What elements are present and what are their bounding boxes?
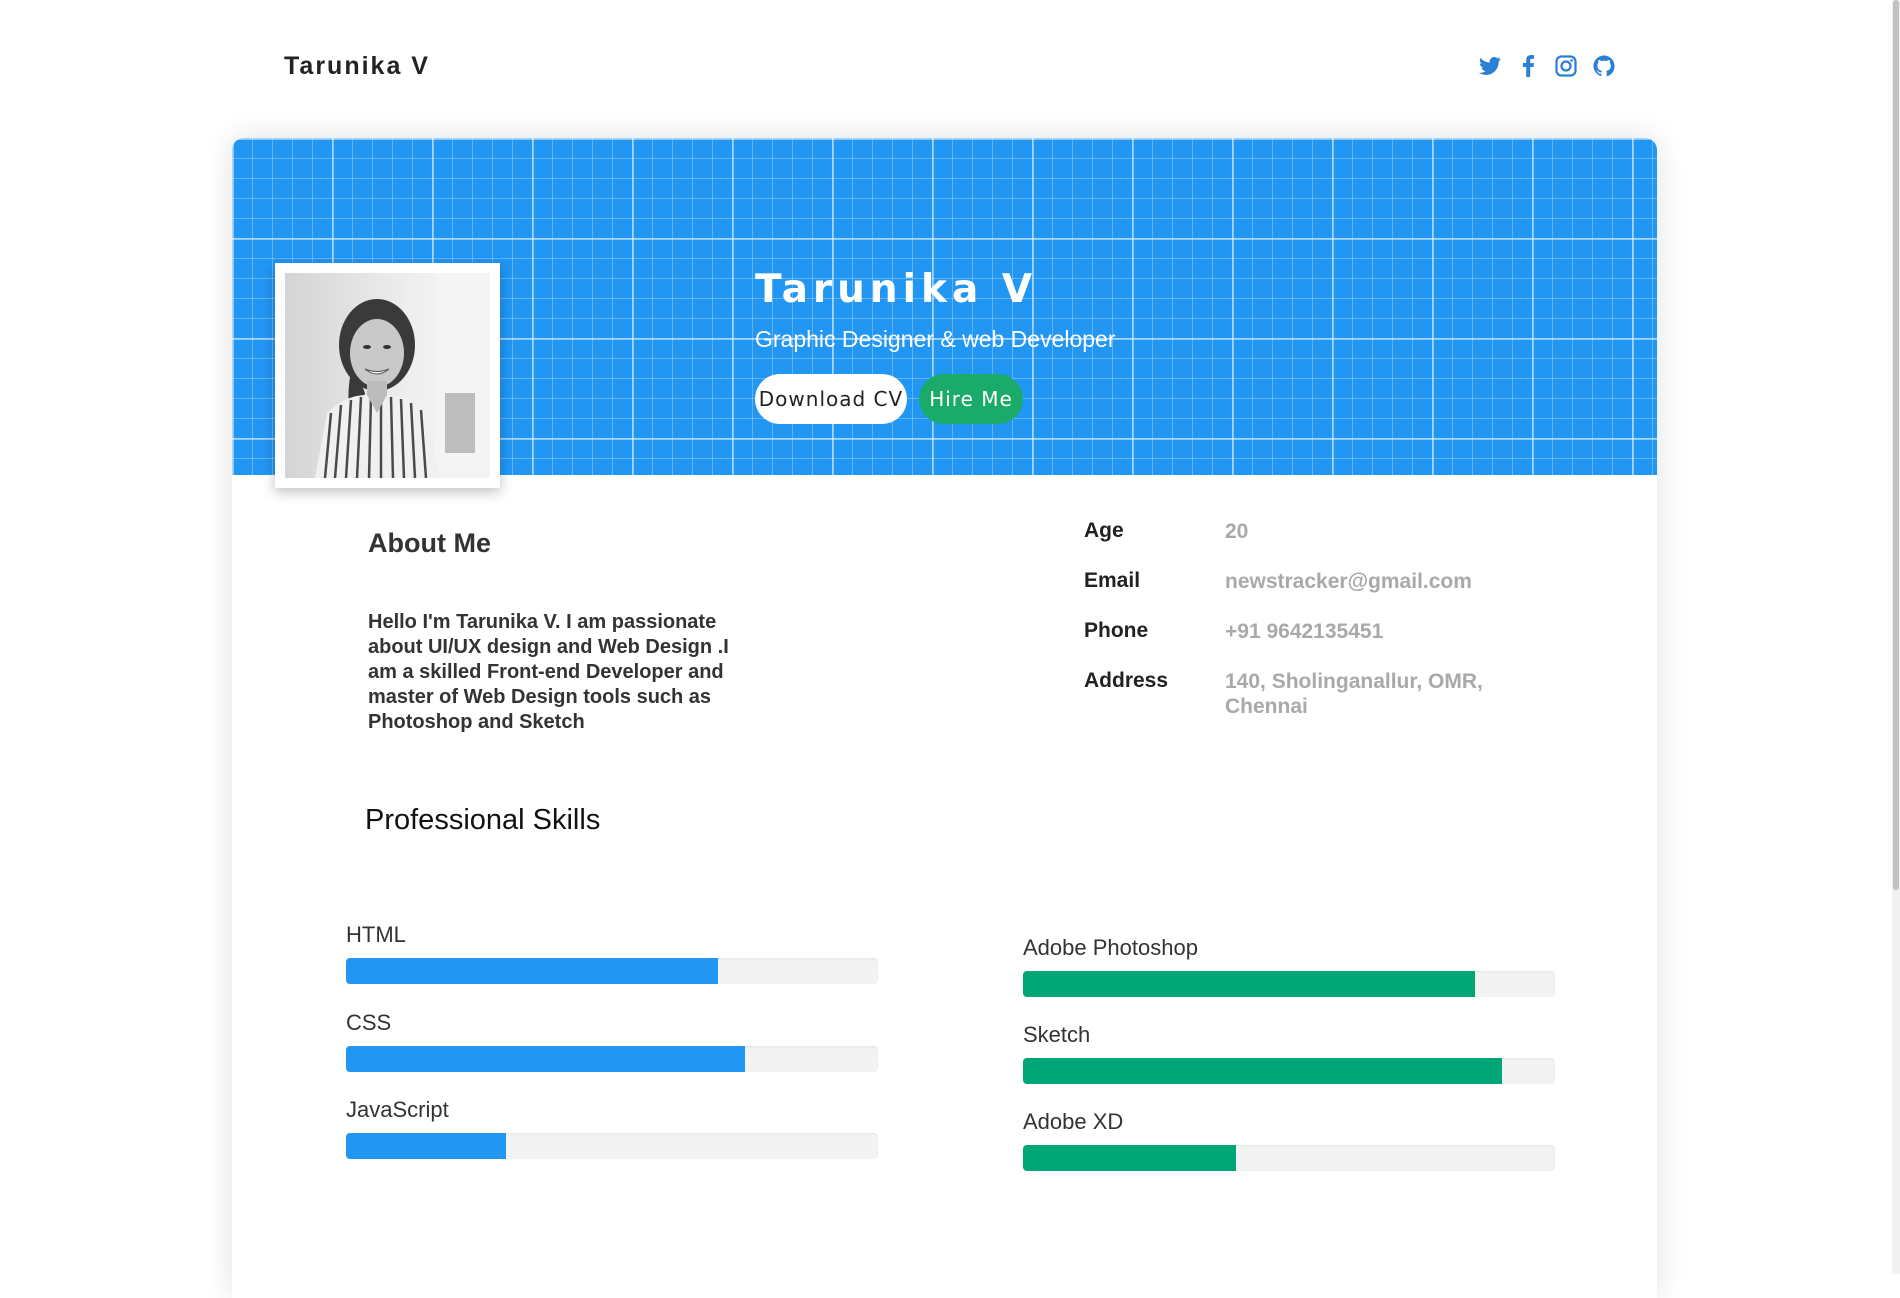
personal-info: Age 20 Email newstracker@gmail.com Phone…	[1084, 519, 1554, 719]
skill-css: CSS	[346, 1010, 878, 1072]
skill-bar	[346, 1046, 878, 1072]
hire-me-button[interactable]: Hire Me	[919, 374, 1023, 424]
age-value: 20	[1225, 520, 1249, 543]
skill-fill	[1023, 971, 1476, 997]
twitter-icon[interactable]	[1478, 54, 1502, 78]
facebook-icon[interactable]	[1516, 54, 1540, 78]
skill-label: Adobe Photoshop	[1023, 935, 1198, 960]
info-row-age: Age 20	[1084, 519, 1554, 569]
info-row-email: Email newstracker@gmail.com	[1084, 569, 1554, 619]
address-value: 140, Sholinganallur, OMR, Chennai	[1225, 670, 1483, 718]
profile-photo-frame	[275, 263, 500, 488]
skill-bar	[1023, 1145, 1555, 1171]
skill-bar	[346, 958, 878, 984]
skill-fill	[1023, 1145, 1236, 1171]
hero-role: Graphic Designer & web Developer	[755, 326, 1116, 352]
skill-label: Sketch	[1023, 1022, 1091, 1047]
info-row-phone: Phone +91 9642135451	[1084, 619, 1554, 669]
email-label: Email	[1084, 569, 1141, 592]
skill-sketch: Sketch	[1023, 1022, 1555, 1084]
skill-label: HTML	[346, 922, 406, 947]
profile-card: Tarunika V Graphic Designer & web Develo…	[232, 138, 1657, 1298]
skill-fill	[346, 1133, 506, 1159]
skill-bar	[1023, 1058, 1555, 1084]
github-icon[interactable]	[1592, 54, 1616, 78]
skill-fill	[1023, 1058, 1502, 1084]
address-label: Address	[1084, 669, 1169, 692]
about-text: Hello I'm Tarunika V. I am passionate ab…	[368, 611, 729, 733]
skill-label: Adobe XD	[1023, 1109, 1124, 1134]
skill-bar	[1023, 971, 1555, 997]
info-row-address: Address 140, Sholinganallur, OMR, Chenna…	[1084, 669, 1554, 719]
skill-javascript: JavaScript	[346, 1097, 878, 1159]
about-title: About Me	[368, 528, 491, 558]
social-links	[1478, 54, 1616, 78]
hero-banner: Tarunika V Graphic Designer & web Develo…	[232, 138, 1657, 488]
hero-name: Tarunika V	[755, 267, 1038, 312]
phone-value[interactable]: +91 9642135451	[1225, 619, 1525, 644]
skill-html: HTML	[346, 922, 878, 984]
skill-adobe-photoshop: Adobe Photoshop	[1023, 935, 1555, 997]
skill-label: CSS	[346, 1010, 392, 1035]
scrollbar-thumb[interactable]	[1893, 0, 1899, 890]
skill-bar	[346, 1133, 878, 1159]
skill-label: JavaScript	[346, 1097, 449, 1122]
skills-title: Professional Skills	[365, 804, 601, 836]
skill-fill	[346, 958, 719, 984]
profile-photo	[285, 273, 490, 478]
brand-name[interactable]: Tarunika V	[284, 52, 430, 81]
skill-adobe-xd: Adobe XD	[1023, 1109, 1555, 1171]
skill-fill	[346, 1046, 745, 1072]
download-cv-button[interactable]: Download CV	[755, 374, 907, 424]
email-value[interactable]: newstracker@gmail.com	[1225, 569, 1525, 594]
instagram-icon[interactable]	[1554, 54, 1578, 78]
age-label: Age	[1084, 519, 1124, 542]
phone-label: Phone	[1084, 619, 1149, 642]
top-navbar: Tarunika V	[0, 0, 1892, 137]
